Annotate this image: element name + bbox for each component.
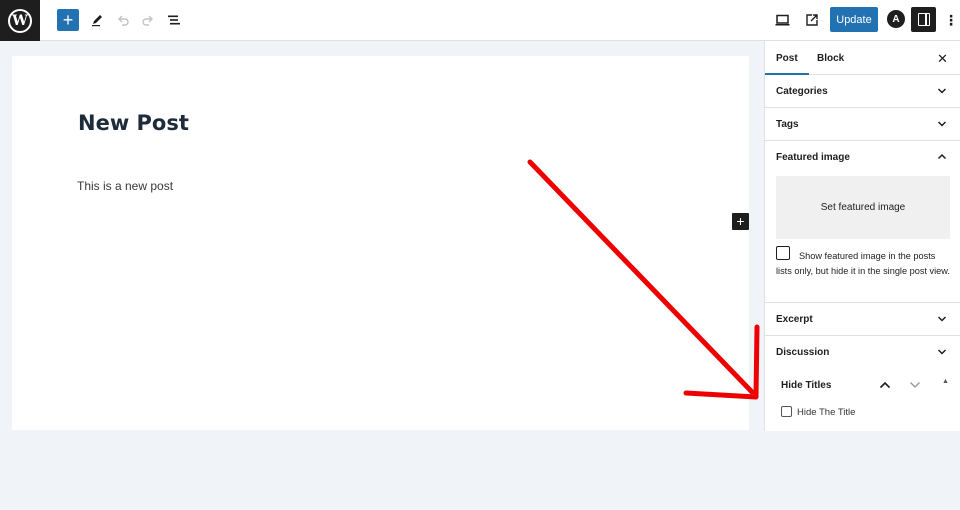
undo-icon (118, 15, 129, 26)
move-up-icon[interactable] (879, 380, 891, 390)
tools-button[interactable] (85, 8, 109, 32)
plus-icon: + (62, 10, 74, 30)
hide-titles-metabox-header: Hide Titles ▲ (765, 369, 960, 402)
panel-label: Discussion (776, 347, 830, 358)
update-button[interactable]: Update (830, 7, 878, 32)
plus-icon: + (736, 213, 745, 229)
preview-button[interactable] (770, 8, 794, 32)
panel-categories[interactable]: Categories (765, 75, 960, 108)
undo-button[interactable] (111, 8, 135, 32)
astra-settings-button[interactable]: A (887, 10, 905, 28)
featured-image-body: Set featured image Show featured image i… (765, 174, 960, 303)
hide-titles-heading: Hide Titles (781, 380, 832, 391)
panel-label: Featured image (776, 152, 850, 163)
set-featured-image-button[interactable]: Set featured image (776, 176, 950, 239)
block-inserter-button[interactable]: + (57, 9, 79, 31)
chevron-down-icon (937, 349, 947, 355)
chevron-down-icon (937, 316, 947, 322)
astra-logo-icon: A (892, 13, 900, 25)
pencil-icon (92, 15, 102, 27)
options-menu-button[interactable]: ⋮ (944, 10, 958, 30)
panel-featured-image[interactable]: Featured image (765, 141, 960, 174)
wordpress-logo-icon: W (8, 8, 32, 33)
desktop-preview-icon (775, 14, 789, 26)
list-view-icon (168, 15, 180, 25)
sidebar-toggle-icon (917, 13, 930, 26)
paragraph-block[interactable]: This is a new post (77, 179, 173, 193)
featured-image-checkbox-label: Show featured image in the posts lists o… (776, 251, 950, 276)
panel-label: Excerpt (776, 314, 813, 325)
move-down-icon[interactable] (909, 380, 921, 390)
sidebar-tabs: Post Block ✕ (765, 41, 960, 75)
close-sidebar-button[interactable]: ✕ (937, 51, 948, 67)
block-inserter-inline-button[interactable]: + (732, 213, 749, 230)
tab-block[interactable]: Block (817, 53, 844, 64)
wordpress-logo-button[interactable]: W (0, 0, 40, 41)
panel-discussion[interactable]: Discussion (765, 336, 960, 369)
post-title[interactable]: New Post (78, 111, 189, 135)
external-link-icon (806, 14, 818, 26)
panel-tags[interactable]: Tags (765, 108, 960, 141)
view-post-button[interactable] (800, 8, 824, 32)
hide-title-checkbox[interactable] (781, 406, 792, 417)
settings-sidebar-toggle[interactable] (911, 7, 936, 32)
chevron-down-icon (937, 121, 947, 127)
redo-button[interactable] (136, 8, 160, 32)
editor-toolbar: W + Update A ⋮ (0, 0, 960, 41)
chevron-up-icon (937, 153, 947, 160)
editor-canvas[interactable]: New Post This is a new post (12, 56, 749, 430)
redo-icon (142, 15, 153, 26)
panel-label: Tags (776, 119, 799, 130)
panel-excerpt[interactable]: Excerpt (765, 303, 960, 336)
toggle-panel-icon[interactable]: ▲ (942, 378, 949, 385)
tab-post[interactable]: Post (765, 53, 809, 75)
hide-title-label: Hide The Title (797, 407, 856, 418)
chevron-down-icon (937, 88, 947, 94)
document-overview-button[interactable] (162, 8, 186, 32)
settings-sidebar: Post Block ✕ Categories Tags Featured im… (764, 41, 960, 431)
panel-label: Categories (776, 86, 828, 97)
more-vertical-icon: ⋮ (944, 11, 958, 28)
close-icon: ✕ (937, 51, 948, 66)
